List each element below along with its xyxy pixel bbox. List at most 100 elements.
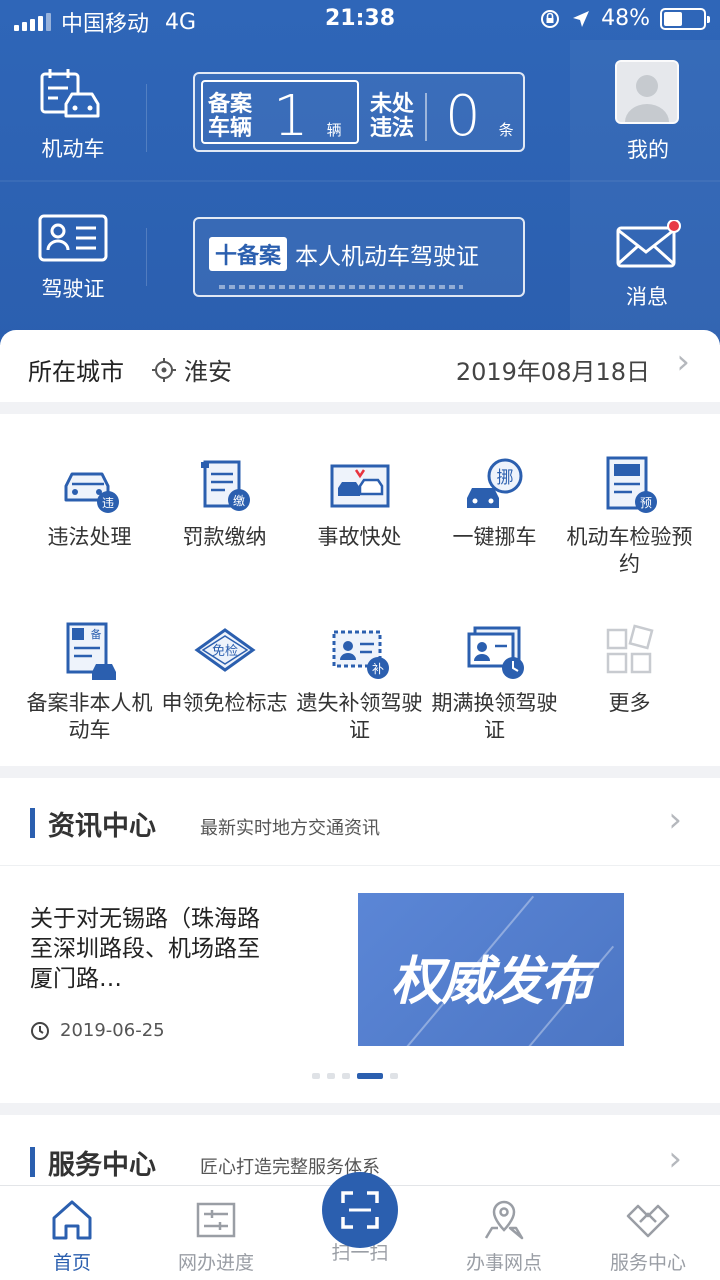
service-lost-license[interactable]: 补 遗失补领驾驶证 [292, 620, 427, 744]
service-fine[interactable]: 缴 罚款缴纳 [157, 454, 292, 551]
scan-frame-icon [341, 1191, 379, 1229]
home-icon [52, 1200, 92, 1240]
move-car-icon: 挪 [466, 458, 522, 508]
card-decor-strip [219, 285, 463, 289]
battery-fill [664, 11, 683, 26]
service-exemption-sticker[interactable]: 免检 申领免检标志 [157, 620, 292, 717]
add-license-card[interactable]: 十备案 本人机动车驾驶证 [193, 217, 525, 297]
city-location[interactable]: 淮安 [152, 352, 232, 387]
avatar-placeholder-icon [617, 62, 677, 122]
news-section: 资讯中心 最新实时地方交通资讯 › 关于对无锡路（珠海路至深圳路段、机场路至厦门… [0, 778, 720, 1103]
registered-unit: 辆 [326, 121, 342, 139]
chevron-right-icon: › [668, 1139, 682, 1179]
service-inspection-booking[interactable]: 预 机动车检验预约 [562, 454, 697, 578]
location-arrow-icon [573, 10, 590, 27]
register-vehicle-icon: 备 [66, 622, 116, 680]
news-date-text: 2019-06-25 [60, 1020, 165, 1041]
section-accent-bar [30, 808, 35, 838]
registered-count: 1 [273, 84, 309, 149]
service-label: 违法处理 [47, 525, 132, 549]
tab-service-points[interactable]: 办事网点 [432, 1196, 576, 1275]
tab-label: 首页 [52, 1252, 91, 1274]
carousel-dot[interactable] [342, 1073, 350, 1079]
news-item-title[interactable]: 关于对无锡路（珠海路至深圳路段、机场路至厦门路… [30, 904, 265, 994]
carousel-dot[interactable] [312, 1073, 320, 1079]
message-tile[interactable]: 消息 [606, 219, 688, 311]
service-accident[interactable]: 事故快处 [292, 454, 427, 551]
city-label: 所在城市 [28, 358, 124, 386]
tab-label: 服务中心 [609, 1252, 686, 1274]
map-pin-icon [484, 1200, 524, 1240]
avatar[interactable] [615, 60, 679, 124]
lost-license-icon: 补 [332, 630, 389, 679]
battery-icon [660, 7, 710, 30]
envelope-icon [616, 219, 681, 268]
service-register-other-vehicle[interactable]: 备 备案非本人机动车 [22, 620, 157, 744]
tab-progress[interactable]: 网办进度 [144, 1196, 288, 1275]
tab-service-center[interactable]: 服务中心 [576, 1196, 720, 1275]
badge-text: 补 [371, 662, 383, 676]
inspection-booking-icon: 预 [606, 456, 657, 513]
service-move-car[interactable]: 挪 一键挪车 [427, 454, 562, 551]
city-row[interactable]: 所在城市 淮安 2019年08月18日 › [0, 330, 720, 402]
scan-button[interactable] [322, 1172, 398, 1248]
tab-home[interactable]: 首页 [0, 1196, 144, 1275]
service-label: 一键挪车 [452, 525, 537, 549]
tab-label: 网办进度 [177, 1252, 254, 1274]
crosshair-icon [152, 357, 176, 382]
service-violation[interactable]: 违 违法处理 [22, 454, 157, 551]
badge-text: 预 [639, 496, 651, 510]
violation-stat: 未处违法 0 条 [367, 84, 514, 149]
service-label: 申领免检标志 [161, 691, 288, 715]
service-label: 更多 [608, 691, 651, 715]
renew-license-icon [467, 626, 524, 679]
service-center-title: 服务中心 [48, 1150, 156, 1181]
header-divider [146, 228, 147, 286]
badge-text: 挪 [496, 468, 513, 488]
services-grid: 违 违法处理 缴 罚款缴纳 事故快处 挪 一键挪车 预 机动车检验预约 备 备案… [0, 414, 720, 766]
license-tile[interactable]: 驾驶证 [28, 214, 118, 303]
news-subtitle: 最新实时地方交通资讯 [200, 818, 380, 839]
mine-label-wrap[interactable]: 我的 [608, 134, 688, 164]
registered-stat: 备案车辆 1 辆 [205, 84, 342, 149]
service-more[interactable]: 更多 [562, 620, 697, 717]
carousel-dots[interactable] [312, 1073, 398, 1079]
vehicle-calendar-icon [40, 69, 100, 118]
header-divider [146, 84, 147, 152]
license-card-icon [38, 214, 108, 262]
violation-unit: 条 [498, 121, 514, 139]
carousel-dot[interactable] [327, 1073, 335, 1079]
service-renew-license[interactable]: 期满换领驾驶证 [427, 620, 562, 744]
fine-receipt-icon: 缴 [200, 460, 250, 511]
vehicle-tile[interactable]: 机动车 [28, 66, 118, 163]
progress-sliders-icon [196, 1202, 236, 1238]
tab-label: 办事网点 [465, 1252, 542, 1274]
service-label: 罚款缴纳 [182, 525, 267, 549]
service-label: 备案非本人机动车 [26, 691, 153, 742]
battery-percent: 48% [601, 6, 650, 31]
mine-label: 我的 [627, 138, 669, 162]
news-banner-image[interactable]: 权威发布 [358, 893, 624, 1046]
header-panel: 中国移动 4G 21:38 48% 机动车 驾驶证 备案车辆 1 辆 未处违法 … [0, 0, 720, 345]
violation-count: 0 [445, 84, 481, 149]
more-grid-icon [606, 624, 654, 674]
badge-text: 备 [90, 627, 101, 641]
handshake-icon [626, 1204, 670, 1238]
chevron-right-icon: › [676, 342, 690, 382]
carousel-dot[interactable] [390, 1073, 398, 1079]
news-header[interactable]: 资讯中心 最新实时地方交通资讯 › [0, 778, 720, 866]
status-right: 48% [539, 6, 710, 31]
add-license-text: 本人机动车驾驶证 [295, 244, 480, 270]
service-label: 事故快处 [317, 525, 402, 549]
badge-text: 免检 [211, 644, 237, 659]
chevron-right-icon: › [668, 800, 682, 840]
news-item-date: 2019-06-25 [30, 1020, 165, 1041]
vehicle-stats-card[interactable]: 备案车辆 1 辆 未处违法 0 条 [193, 72, 525, 152]
add-license-row: 十备案 本人机动车驾驶证 [209, 237, 479, 271]
status-bar: 中国移动 4G 21:38 48% [0, 0, 720, 40]
accident-cars-icon [330, 464, 389, 508]
carousel-dot[interactable] [357, 1073, 383, 1079]
service-label: 机动车检验预约 [566, 525, 693, 576]
registered-tag: 备案车辆 [207, 91, 252, 141]
news-title: 资讯中心 [48, 811, 156, 842]
